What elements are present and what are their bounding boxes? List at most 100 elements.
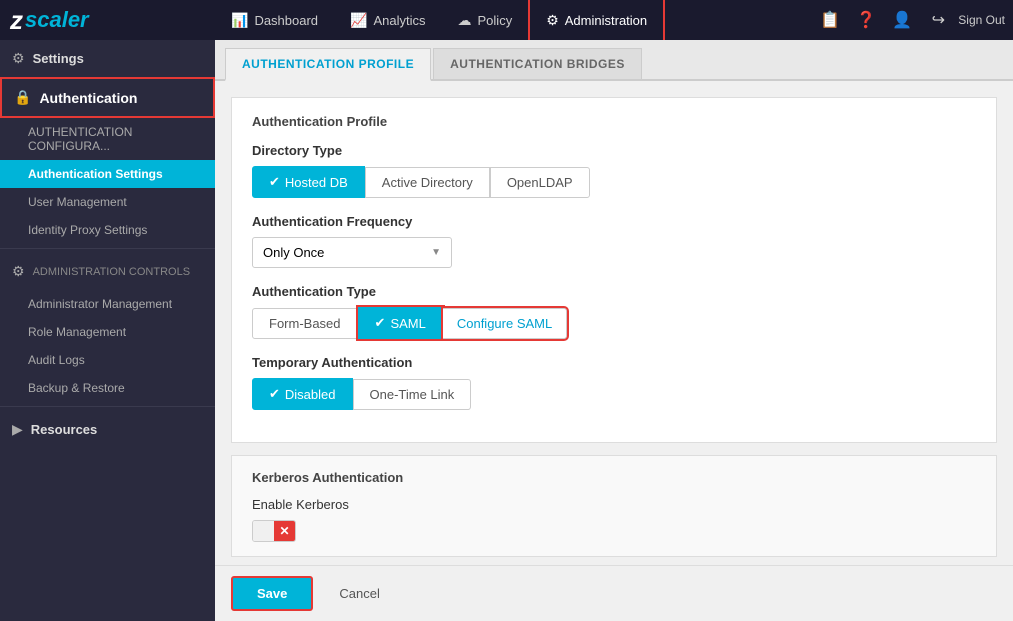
btn-configure-saml[interactable]: Configure SAML (443, 308, 567, 339)
one-time-link-label: One-Time Link (370, 387, 455, 402)
lock-icon: 🔒 (14, 89, 31, 106)
sidebar-resources-label: Resources (31, 422, 97, 437)
sidebar-item-audit-logs[interactable]: Audit Logs (0, 346, 215, 374)
nav-policy[interactable]: ☁ Policy (442, 0, 529, 40)
logo-brand-text: scaler (25, 7, 89, 33)
temp-auth-group: Temporary Authentication ✔ Disabled One-… (252, 355, 976, 410)
signout-icon[interactable]: ↪ (922, 4, 954, 36)
dropdown-arrow-icon: ▼ (431, 247, 441, 258)
save-button[interactable]: Save (231, 576, 313, 611)
sidebar-settings-label: Settings (33, 51, 84, 66)
sidebar-resources-header[interactable]: ▶ Resources (0, 411, 215, 448)
cancel-button[interactable]: Cancel (323, 578, 395, 609)
nav-analytics-label: Analytics (373, 13, 425, 28)
auth-profile-panel: Authentication Profile Directory Type ✔ … (231, 97, 997, 443)
auth-frequency-dropdown[interactable]: Only Once ▼ (252, 237, 452, 268)
saml-check-icon: ✔ (375, 315, 386, 331)
temp-auth-buttons: ✔ Disabled One-Time Link (252, 378, 976, 410)
hosted-db-label: Hosted DB (285, 175, 348, 190)
saml-label: SAML (390, 316, 425, 331)
kerberos-title: Kerberos Authentication (252, 470, 976, 485)
sidebar-item-auth-settings[interactable]: Authentication Settings (0, 160, 215, 188)
sidebar-user-management-label: User Management (28, 195, 127, 209)
nav-items: 📊 Dashboard 📈 Analytics ☁ Policy ⚙ Admin… (215, 0, 814, 40)
nav-dashboard[interactable]: 📊 Dashboard (215, 0, 334, 40)
btn-form-based[interactable]: Form-Based (252, 308, 358, 339)
tab-auth-bridges-label: AUTHENTICATION BRIDGES (450, 57, 625, 71)
sidebar-authentication-label: Authentication (39, 90, 137, 106)
sidebar-item-admin-management[interactable]: Administrator Management (0, 290, 215, 318)
content-scroll: Authentication Profile Directory Type ✔ … (215, 81, 1013, 565)
form-based-label: Form-Based (269, 316, 341, 331)
main-layout: ⚙ Settings 🔒 Authentication AUTHENTICATI… (0, 40, 1013, 621)
help-icon[interactable]: ❓ (850, 4, 882, 36)
section-title: Authentication Profile (252, 114, 976, 129)
resources-icon: ▶ (12, 421, 23, 438)
auth-type-label: Authentication Type (252, 284, 976, 299)
btn-active-directory[interactable]: Active Directory (365, 167, 490, 198)
tab-auth-profile-label: AUTHENTICATION PROFILE (242, 57, 414, 71)
top-navigation: z scaler 📊 Dashboard 📈 Analytics ☁ Polic… (0, 0, 1013, 40)
logo-area: z scaler (0, 0, 215, 40)
disabled-check-icon: ✔ (269, 386, 280, 402)
auth-frequency-value: Only Once (263, 245, 324, 260)
nav-administration-label: Administration (565, 13, 647, 28)
sidebar-admin-management-label: Administrator Management (28, 297, 172, 311)
footer-bar: Save Cancel (215, 565, 1013, 621)
sidebar-item-backup-restore[interactable]: Backup & Restore (0, 374, 215, 402)
sidebar-identity-proxy-label: Identity Proxy Settings (28, 223, 147, 237)
sidebar-authentication-header[interactable]: 🔒 Authentication (0, 77, 215, 118)
nav-policy-label: Policy (478, 13, 513, 28)
hosted-db-check-icon: ✔ (269, 174, 280, 190)
user-icon[interactable]: 👤 (886, 4, 918, 36)
sidebar-auth-config-label: AUTHENTICATION CONFIGURA... (28, 125, 203, 153)
sidebar-divider-1 (0, 248, 215, 249)
sidebar-item-user-management[interactable]: User Management (0, 188, 215, 216)
openldap-label: OpenLDAP (507, 175, 573, 190)
btn-hosted-db[interactable]: ✔ Hosted DB (252, 166, 365, 198)
analytics-icon: 📈 (350, 12, 367, 29)
sidebar-admin-controls-header[interactable]: ⚙ ADMINISTRATION CONTROLS (0, 253, 215, 290)
kerberos-section: Kerberos Authentication Enable Kerberos … (231, 455, 997, 557)
btn-openldap[interactable]: OpenLDAP (490, 167, 590, 198)
admin-controls-icon: ⚙ (12, 263, 25, 280)
policy-icon: ☁ (458, 12, 472, 29)
directory-type-group: Directory Type ✔ Hosted DB Active Direct… (252, 143, 976, 198)
tab-authentication-bridges[interactable]: AUTHENTICATION BRIDGES (433, 48, 642, 79)
temp-auth-label: Temporary Authentication (252, 355, 976, 370)
kerberos-toggle[interactable]: ✕ (252, 520, 296, 542)
sidebar-divider-2 (0, 406, 215, 407)
btn-saml[interactable]: ✔ SAML (358, 307, 443, 339)
nav-analytics[interactable]: 📈 Analytics (334, 0, 441, 40)
auth-type-group: Authentication Type Form-Based ✔ SAML Co… (252, 284, 976, 339)
toggle-right-side: ✕ (274, 520, 295, 542)
toggle-left-side (253, 520, 274, 542)
logo-z-letter: z (10, 5, 23, 36)
sidebar-admin-controls-label: ADMINISTRATION CONTROLS (33, 266, 190, 278)
sign-out-label[interactable]: Sign Out (958, 13, 1005, 27)
sidebar-settings-header[interactable]: ⚙ Settings (0, 40, 215, 77)
directory-type-buttons: ✔ Hosted DB Active Directory OpenLDAP (252, 166, 976, 198)
content-area: AUTHENTICATION PROFILE AUTHENTICATION BR… (215, 40, 1013, 621)
settings-gear-icon: ⚙ (12, 50, 25, 67)
nav-administration[interactable]: ⚙ Administration (528, 0, 665, 40)
checklist-icon[interactable]: 📋 (814, 4, 846, 36)
directory-type-label: Directory Type (252, 143, 976, 158)
disabled-label: Disabled (285, 387, 336, 402)
sidebar-item-auth-config[interactable]: AUTHENTICATION CONFIGURA... (0, 118, 215, 160)
enable-kerberos-label: Enable Kerberos (252, 497, 976, 512)
tab-authentication-profile[interactable]: AUTHENTICATION PROFILE (225, 48, 431, 81)
btn-disabled[interactable]: ✔ Disabled (252, 378, 353, 410)
administration-icon: ⚙ (546, 12, 559, 29)
sidebar-item-role-management[interactable]: Role Management (0, 318, 215, 346)
sidebar-item-identity-proxy[interactable]: Identity Proxy Settings (0, 216, 215, 244)
sidebar-audit-logs-label: Audit Logs (28, 353, 85, 367)
auth-frequency-label: Authentication Frequency (252, 214, 976, 229)
nav-right-icons: 📋 ❓ 👤 ↪ Sign Out (814, 4, 1013, 36)
sidebar-auth-settings-label: Authentication Settings (28, 167, 163, 181)
dashboard-icon: 📊 (231, 12, 248, 29)
sidebar: ⚙ Settings 🔒 Authentication AUTHENTICATI… (0, 40, 215, 621)
btn-one-time-link[interactable]: One-Time Link (353, 379, 472, 410)
active-directory-label: Active Directory (382, 175, 473, 190)
tab-bar: AUTHENTICATION PROFILE AUTHENTICATION BR… (215, 40, 1013, 81)
